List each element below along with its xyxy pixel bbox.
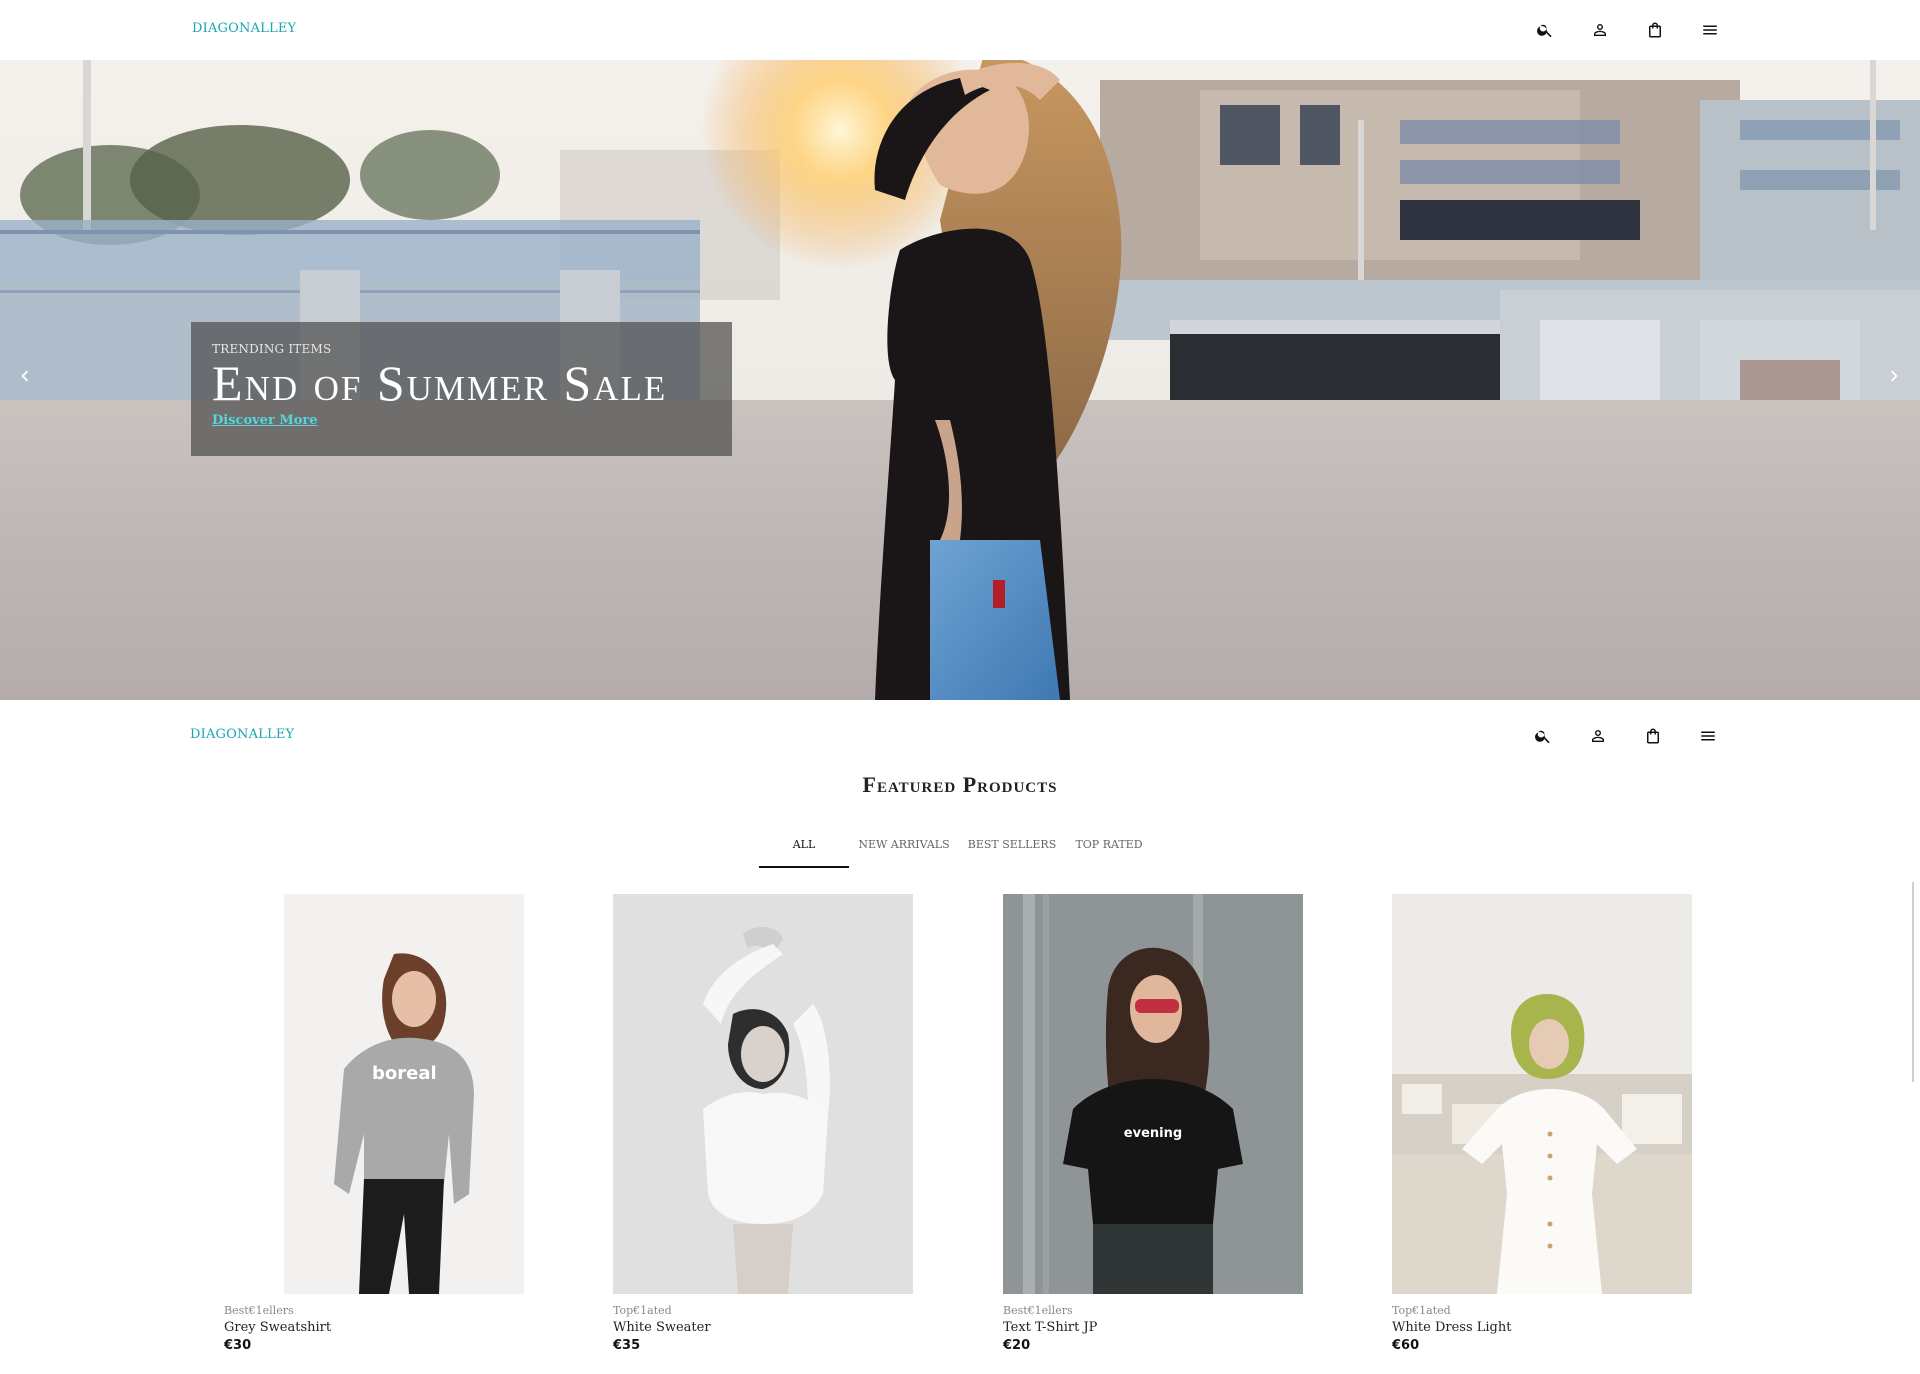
sticky-navbar: DIAGONALLEY xyxy=(0,706,1920,766)
product-name[interactable]: Grey Sweatshirt xyxy=(224,1320,331,1335)
heading-strong-word: Products xyxy=(962,772,1058,797)
top-navbar: DIAGONALLEY xyxy=(0,0,1920,60)
svg-text:evening: evening xyxy=(1124,1126,1182,1141)
product-price: €20 xyxy=(1003,1338,1031,1353)
previous-slide-arrow[interactable] xyxy=(10,356,40,396)
svg-text:boreal: boreal xyxy=(372,1063,437,1084)
tab-new-arrivals[interactable]: NEW ARRIVALS xyxy=(849,830,959,868)
chevron-left-icon xyxy=(21,370,29,382)
scrollbar-thumb[interactable] xyxy=(1912,882,1914,1082)
featured-products-heading: Featured Products xyxy=(0,772,1920,798)
hero-caption: TRENDING ITEMS End of Summer Sale Discov… xyxy=(191,322,732,456)
product-price: €30 xyxy=(224,1338,252,1353)
product-name[interactable]: Text T-Shirt JP xyxy=(1003,1320,1097,1335)
brand-logo[interactable]: DIAGONALLEY xyxy=(190,727,294,742)
product-category: Best€1ellers xyxy=(1003,1304,1073,1317)
hero-kicker: TRENDING ITEMS xyxy=(212,342,332,356)
discover-more-link[interactable]: Discover More xyxy=(212,413,318,428)
nav-icons xyxy=(1533,18,1722,42)
product-price: €60 xyxy=(1392,1338,1420,1353)
product-filter-tabs: ALL NEW ARRIVALS BEST SELLERS TOP RATED xyxy=(759,830,1153,870)
tab-all[interactable]: ALL xyxy=(759,830,849,868)
product-image-text-tshirt-jp[interactable]: evening xyxy=(1003,894,1303,1294)
product-name[interactable]: White Dress Light xyxy=(1392,1320,1511,1335)
search-icon[interactable] xyxy=(1531,724,1555,748)
hero-slider: TRENDING ITEMS End of Summer Sale Discov… xyxy=(0,60,1920,700)
product-image-white-dress-light[interactable] xyxy=(1392,894,1692,1294)
shopping-bag-icon[interactable] xyxy=(1641,724,1665,748)
tab-top-rated[interactable]: TOP RATED xyxy=(1065,830,1153,868)
product-category: Top€1ated xyxy=(613,1304,672,1317)
search-icon[interactable] xyxy=(1533,18,1557,42)
next-slide-arrow[interactable] xyxy=(1879,356,1909,396)
menu-icon[interactable] xyxy=(1698,18,1722,42)
product-image-grey-sweatshirt[interactable]: boreal xyxy=(224,894,524,1294)
chevron-right-icon xyxy=(1890,370,1898,382)
brand-logo[interactable]: DIAGONALLEY xyxy=(192,21,296,36)
product-category: Top€1ated xyxy=(1392,1304,1451,1317)
nav-icons xyxy=(1531,724,1720,748)
shopping-bag-icon[interactable] xyxy=(1643,18,1667,42)
account-icon[interactable] xyxy=(1586,724,1610,748)
product-name[interactable]: White Sweater xyxy=(613,1320,711,1335)
menu-icon[interactable] xyxy=(1696,724,1720,748)
account-icon[interactable] xyxy=(1588,18,1612,42)
product-price: €35 xyxy=(613,1338,641,1353)
tab-best-sellers[interactable]: BEST SELLERS xyxy=(959,830,1065,868)
hero-title: End of Summer Sale xyxy=(212,355,668,411)
product-category: Best€1ellers xyxy=(224,1304,294,1317)
product-image-white-sweater[interactable] xyxy=(613,894,913,1294)
heading-light-word: Featured xyxy=(862,772,957,797)
